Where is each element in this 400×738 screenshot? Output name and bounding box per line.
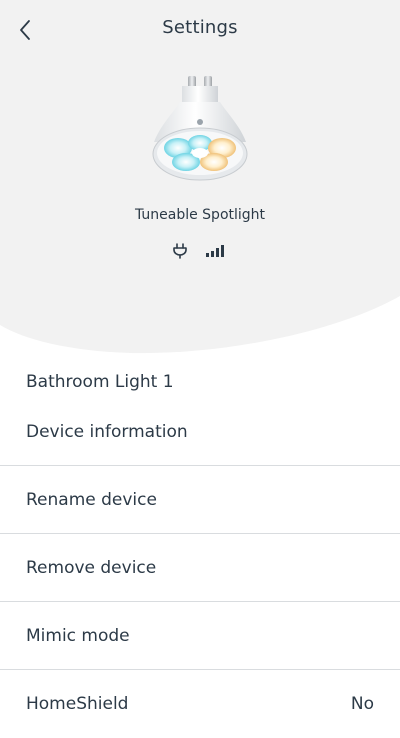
page-title: Settings: [162, 17, 238, 38]
homeshield-row[interactable]: HomeShield No: [0, 670, 400, 738]
homeshield-value: No: [350, 694, 374, 714]
mimic-mode-row[interactable]: Mimic mode: [0, 602, 400, 670]
settings-list: Device information Rename device Remove …: [0, 398, 400, 738]
row-label: Rename device: [26, 489, 157, 510]
row-label: HomeShield: [26, 694, 129, 714]
device-information-row[interactable]: Device information: [0, 398, 400, 466]
spotlight-bulb-image: [152, 76, 248, 181]
signal-strength-icon: [206, 245, 224, 257]
row-label: Mimic mode: [26, 625, 130, 646]
device-room-name: Bathroom Light 1: [26, 372, 174, 392]
remove-device-row[interactable]: Remove device: [0, 534, 400, 602]
device-header-area: Settings Tuneable Spotlight: [0, 0, 400, 360]
top-bar: Settings: [0, 0, 400, 58]
device-status-icons: [0, 242, 400, 260]
row-label: Device information: [26, 421, 188, 442]
device-type-label: Tuneable Spotlight: [134, 207, 266, 223]
rename-device-row[interactable]: Rename device: [0, 466, 400, 534]
row-label: Remove device: [26, 557, 157, 578]
power-plug-icon: [173, 243, 187, 259]
